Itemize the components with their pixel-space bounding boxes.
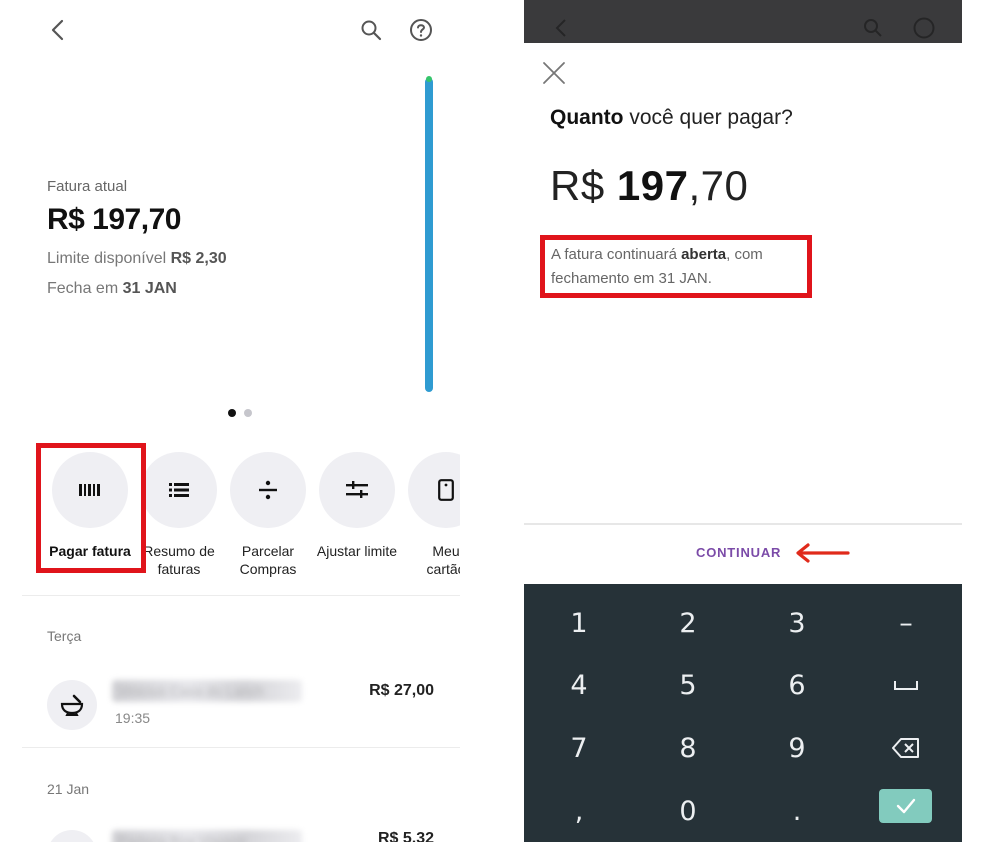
payment-amount-input[interactable]: R$ 197,70	[550, 162, 748, 210]
question-strong: Quanto	[550, 106, 624, 129]
payment-amount-screen: Quanto você quer pagar? R$ 197,70 A fatu…	[524, 0, 962, 842]
back-arrow-icon[interactable]	[44, 16, 72, 44]
transaction-time: 19:35	[115, 710, 151, 726]
progress-marker	[426, 76, 432, 82]
key-0[interactable]: 0	[634, 780, 742, 842]
limit-value: R$ 2,30	[170, 250, 227, 267]
transaction-merchant-name: Vinicius Casa do Lanch	[112, 680, 302, 702]
closing-label: Fecha em	[47, 280, 123, 297]
invoice-status-info: A fatura continuará aberta, com fechamen…	[551, 243, 807, 291]
help-icon[interactable]	[407, 16, 435, 44]
key-7[interactable]: 7	[525, 717, 633, 779]
key-period[interactable]: .	[743, 780, 851, 842]
divider	[22, 595, 460, 596]
adjust-limit-button[interactable]: Ajustar limite	[315, 452, 399, 560]
page-indicator[interactable]	[244, 409, 252, 417]
limit-label: Limite disponível	[47, 250, 171, 267]
key-2[interactable]: 2	[634, 592, 742, 654]
check-icon	[896, 798, 915, 814]
invoice-amount: R$ 197,70	[47, 203, 181, 236]
search-icon	[862, 17, 884, 39]
invoice-label: Fatura atual	[47, 178, 128, 195]
installments-label: Parcelar Compras	[239, 543, 297, 577]
merchant-name-text: Vinicius Casa do Lanch	[118, 683, 265, 699]
mortar-icon	[47, 680, 97, 730]
key-4[interactable]: 4	[525, 654, 633, 716]
pay-invoice-highlight	[36, 443, 146, 573]
my-card-button[interactable]: Meucartão	[404, 452, 460, 578]
invoice-screen: Fatura atual R$ 197,70 Limite disponível…	[22, 0, 460, 842]
installments-button[interactable]: Parcelar Compras	[226, 452, 310, 578]
key-1[interactable]: 1	[525, 592, 633, 654]
key-confirm[interactable]	[879, 789, 932, 823]
available-limit: Limite disponível R$ 2,30	[47, 250, 227, 268]
back-arrow-icon	[550, 17, 572, 39]
continue-button[interactable]: CONTINUAR	[696, 545, 781, 560]
key-space[interactable]	[852, 654, 960, 716]
key-5[interactable]: 5	[634, 654, 742, 716]
closing-value: 31 JAN	[122, 280, 177, 297]
close-icon[interactable]	[541, 60, 567, 86]
divide-icon	[230, 452, 306, 528]
divider	[524, 523, 962, 525]
transaction-icon	[47, 830, 97, 842]
key-9[interactable]: 9	[743, 717, 851, 779]
list-icon	[141, 452, 217, 528]
my-card-label: Meucartão	[426, 543, 460, 577]
amount-integer: 197	[616, 162, 689, 209]
key-comma[interactable]: ,	[525, 780, 633, 842]
search-icon[interactable]	[357, 16, 385, 44]
gutter	[460, 0, 524, 842]
divider	[22, 747, 460, 748]
day-label: 21 Jan	[47, 781, 90, 797]
amount-decimal: ,70	[688, 162, 749, 209]
question-rest: você quer pagar?	[623, 106, 793, 129]
invoice-summary-label: Resumo de faturas	[143, 543, 215, 577]
sliders-icon	[319, 452, 395, 528]
card-icon	[408, 452, 460, 528]
key-minus[interactable]: –	[852, 592, 960, 654]
dimmed-header	[524, 0, 962, 43]
transaction-amount: R$ 5,32	[377, 830, 434, 842]
amount-question: Quanto você quer pagar?	[550, 106, 793, 130]
currency-prefix: R$	[550, 162, 617, 209]
day-label: Terça	[47, 628, 82, 644]
space-icon	[894, 681, 918, 690]
merchant-name-text: Padaria Boa Viagem	[118, 833, 247, 842]
info-strong: aberta	[681, 246, 727, 263]
backspace-icon	[892, 738, 919, 758]
transaction-amount: R$ 27,00	[369, 682, 434, 699]
info-highlight-box: A fatura continuará aberta, com fechamen…	[540, 235, 812, 298]
transaction-merchant-name: Padaria Boa Viagem	[112, 830, 302, 842]
invoice-summary-button[interactable]: Resumo de faturas	[137, 452, 221, 578]
arrow-annotation-icon	[796, 543, 850, 563]
adjust-limit-label: Ajustar limite	[316, 543, 398, 559]
info-part1: A fatura continuará	[551, 246, 682, 263]
key-6[interactable]: 6	[743, 654, 851, 716]
closing-date: Fecha em 31 JAN	[47, 280, 177, 298]
key-backspace[interactable]	[852, 717, 960, 779]
numeric-keypad: 1 2 3 – 4 5 6 7 8 9 , 0 .	[524, 584, 962, 842]
invoice-progress-bar	[425, 78, 433, 392]
help-icon	[913, 17, 935, 39]
page-indicator-active[interactable]	[228, 409, 236, 417]
key-8[interactable]: 8	[634, 717, 742, 779]
key-3[interactable]: 3	[743, 592, 851, 654]
